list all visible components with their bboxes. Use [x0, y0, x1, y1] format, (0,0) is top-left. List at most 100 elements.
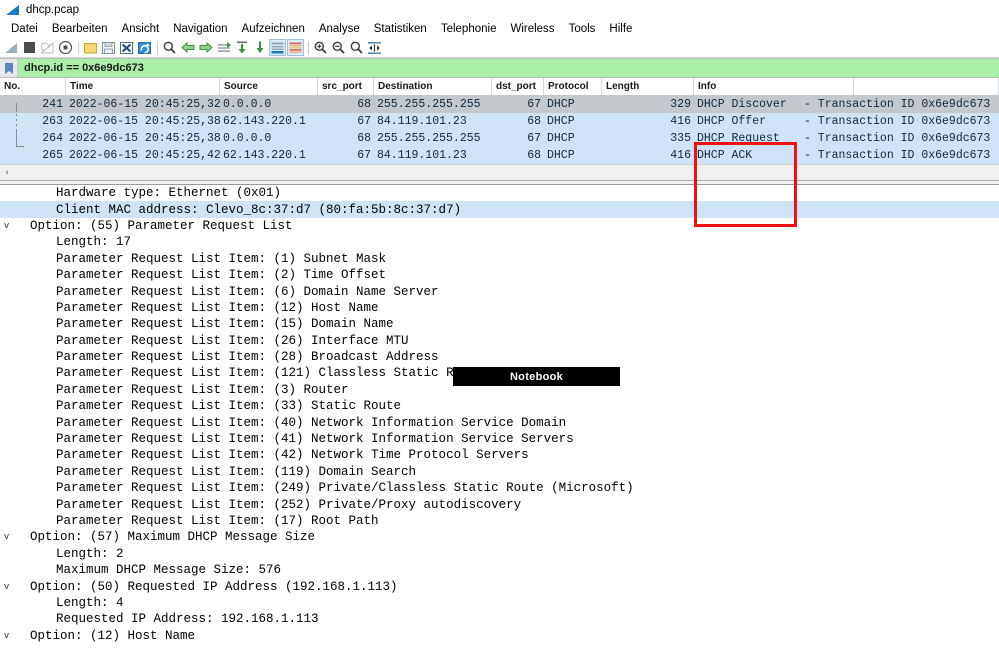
menu-statistiken[interactable]: Statistiken	[367, 22, 434, 36]
detail-row[interactable]: Parameter Request List Item: (1) Subnet …	[0, 251, 999, 267]
column-header-src-port[interactable]: src_port	[318, 78, 374, 95]
cell-source: 0.0.0.0	[220, 96, 318, 113]
detail-row[interactable]: Requested IP Address: 192.168.1.113	[0, 611, 999, 627]
detail-row[interactable]: Parameter Request List Item: (40) Networ…	[0, 414, 999, 430]
scroll-track[interactable]	[14, 166, 999, 179]
cell-protocol: DHCP	[544, 96, 602, 113]
start-capture-icon[interactable]	[3, 39, 20, 56]
table-row[interactable]: 265 2022-06-15 20:45:25,425982 62.143.22…	[0, 147, 999, 164]
twisty-icon[interactable]: v	[0, 218, 13, 234]
detail-row[interactable]: v Option: (57) Maximum DHCP Message Size	[0, 529, 999, 545]
zoom-in-icon[interactable]	[312, 39, 329, 56]
detail-row[interactable]: Length: 2	[0, 546, 999, 562]
reload-file-icon[interactable]	[136, 39, 153, 56]
cell-protocol: DHCP	[544, 130, 602, 147]
menu-tools[interactable]: Tools	[562, 22, 603, 36]
menu-hilfe[interactable]: Hilfe	[602, 22, 639, 36]
column-header-time[interactable]: Time	[66, 78, 220, 95]
detail-row-label: Parameter Request List Item: (41) Networ…	[13, 431, 574, 447]
column-header-length[interactable]: Length	[602, 78, 694, 95]
save-file-icon[interactable]	[100, 39, 117, 56]
resize-columns-icon[interactable]	[366, 39, 383, 56]
menu-datei[interactable]: Datei	[4, 22, 45, 36]
table-row[interactable]: 263 2022-06-15 20:45:25,389317 62.143.22…	[0, 113, 999, 130]
column-header-filler	[854, 78, 999, 95]
auto-scroll-icon[interactable]	[269, 39, 286, 56]
menu-wireless[interactable]: Wireless	[503, 22, 561, 36]
twisty-icon[interactable]: v	[0, 628, 13, 643]
detail-row[interactable]: Parameter Request List Item: (17) Root P…	[0, 513, 999, 529]
cell-no: 263	[0, 113, 66, 130]
column-header-no[interactable]: No.	[0, 78, 66, 95]
annotation-notebook-label: Notebook	[453, 367, 620, 386]
open-file-icon[interactable]	[82, 39, 99, 56]
detail-row[interactable]: Parameter Request List Item: (119) Domai…	[0, 464, 999, 480]
zoom-reset-icon[interactable]	[348, 39, 365, 56]
detail-row[interactable]: Parameter Request List Item: (2) Time Of…	[0, 267, 999, 283]
table-row[interactable]: 264 2022-06-15 20:45:25,389500 0.0.0.0 6…	[0, 130, 999, 147]
go-to-first-packet-icon[interactable]	[233, 39, 250, 56]
column-header-source[interactable]: Source	[220, 78, 318, 95]
menu-ansicht[interactable]: Ansicht	[114, 22, 166, 36]
detail-row[interactable]: Parameter Request List Item: (26) Interf…	[0, 333, 999, 349]
detail-row[interactable]: Length: 17	[0, 234, 999, 250]
detail-row-label: Parameter Request List Item: (42) Networ…	[13, 447, 529, 463]
column-header-info[interactable]: Info	[694, 78, 854, 95]
twisty-icon[interactable]: v	[0, 529, 13, 545]
go-to-packet-icon[interactable]	[215, 39, 232, 56]
detail-row[interactable]: Hardware type: Ethernet (0x01)	[0, 185, 999, 201]
table-row[interactable]: 241 2022-06-15 20:45:25,328981 0.0.0.0 6…	[0, 96, 999, 113]
cell-destination: 84.119.101.23	[374, 113, 492, 130]
detail-row[interactable]: Parameter Request List Item: (33) Static…	[0, 398, 999, 414]
column-header-protocol[interactable]: Protocol	[544, 78, 602, 95]
detail-row[interactable]: Maximum DHCP Message Size: 576	[0, 562, 999, 578]
cell-info-type: DHCP ACK	[694, 147, 801, 164]
detail-row[interactable]: v Option: (55) Parameter Request List	[0, 218, 999, 234]
colorize-packets-icon[interactable]	[287, 39, 304, 56]
detail-row[interactable]: Parameter Request List Item: (15) Domain…	[0, 316, 999, 332]
detail-row[interactable]: Parameter Request List Item: (41) Networ…	[0, 431, 999, 447]
detail-row[interactable]: Client MAC address: Clevo_8c:37:d7 (80:f…	[0, 201, 999, 217]
main-toolbar	[0, 38, 999, 58]
menu-aufzeichnen[interactable]: Aufzeichnen	[235, 22, 312, 36]
stop-capture-icon[interactable]	[21, 39, 38, 56]
detail-row-label: Parameter Request List Item: (6) Domain …	[13, 284, 439, 300]
packet-list-horizontal-scrollbar[interactable]: ‹	[0, 164, 999, 181]
cell-time: 2022-06-15 20:45:25,389317	[66, 113, 220, 130]
go-to-last-packet-icon[interactable]	[251, 39, 268, 56]
detail-row[interactable]: Parameter Request List Item: (252) Priva…	[0, 496, 999, 512]
wireshark-window: dhcp.pcap Datei Bearbeiten Ansicht Navig…	[0, 0, 999, 661]
go-forward-icon[interactable]	[197, 39, 214, 56]
column-header-dst-port[interactable]: dst_port	[492, 78, 544, 95]
detail-row[interactable]: Parameter Request List Item: (28) Broadc…	[0, 349, 999, 365]
detail-row-label: Parameter Request List Item: (1) Subnet …	[13, 251, 386, 267]
detail-row-label: Option: (50) Requested IP Address (192.1…	[13, 579, 398, 595]
cell-source: 62.143.220.1	[220, 147, 318, 164]
close-file-icon[interactable]	[118, 39, 135, 56]
column-header-destination[interactable]: Destination	[374, 78, 492, 95]
capture-options-icon[interactable]	[57, 39, 74, 56]
scroll-left-arrow-icon[interactable]: ‹	[0, 166, 14, 179]
cell-dst-port: 67	[492, 130, 544, 147]
detail-row[interactable]: Parameter Request List Item: (42) Networ…	[0, 447, 999, 463]
menu-navigation[interactable]: Navigation	[166, 22, 234, 36]
find-packet-icon[interactable]	[161, 39, 178, 56]
cell-source: 0.0.0.0	[220, 130, 318, 147]
twisty-icon[interactable]: v	[0, 579, 13, 595]
go-back-icon[interactable]	[179, 39, 196, 56]
zoom-out-icon[interactable]	[330, 39, 347, 56]
detail-row[interactable]: v Option: (50) Requested IP Address (192…	[0, 578, 999, 594]
detail-row[interactable]: Length: 4	[0, 595, 999, 611]
detail-row[interactable]: Parameter Request List Item: (249) Priva…	[0, 480, 999, 496]
detail-row[interactable]: v Option: (12) Host Name	[0, 628, 999, 643]
menu-bearbeiten[interactable]: Bearbeiten	[45, 22, 115, 36]
filter-bookmark-icon[interactable]	[0, 59, 18, 77]
detail-row[interactable]: Parameter Request List Item: (6) Domain …	[0, 283, 999, 299]
cell-info-type: DHCP Request	[694, 130, 801, 147]
menu-telephonie[interactable]: Telephonie	[434, 22, 504, 36]
restart-capture-icon[interactable]	[39, 39, 56, 56]
detail-row[interactable]: Parameter Request List Item: (12) Host N…	[0, 300, 999, 316]
cell-time: 2022-06-15 20:45:25,425982	[66, 147, 220, 164]
menu-analyse[interactable]: Analyse	[312, 22, 367, 36]
display-filter-input[interactable]: dhcp.id == 0x6e9dc673	[18, 59, 999, 77]
